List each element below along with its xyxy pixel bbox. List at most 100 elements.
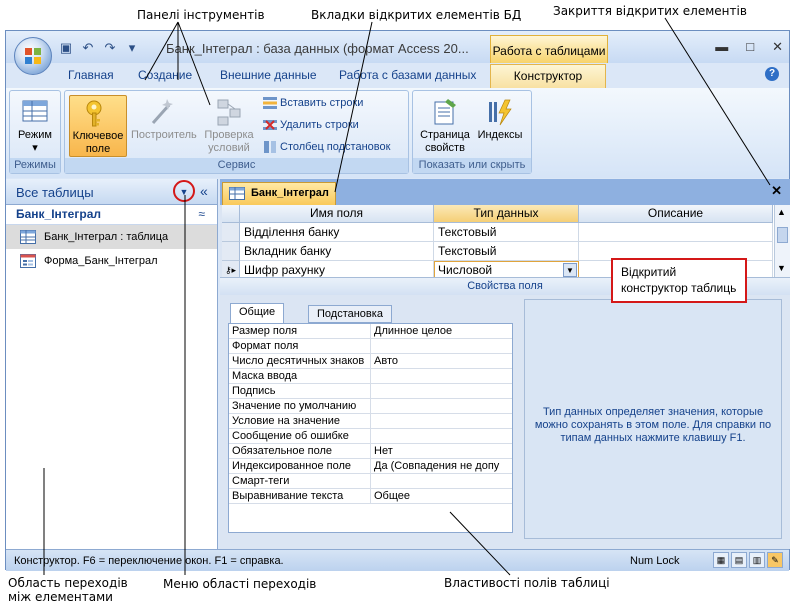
primary-key-button[interactable]: Ключевое поле <box>69 95 127 157</box>
property-value[interactable]: Авто <box>371 354 512 368</box>
property-row[interactable]: Формат поля <box>229 339 512 354</box>
property-value[interactable]: Общее <box>371 489 512 503</box>
property-row[interactable]: Обязательное поле Нет <box>229 444 512 459</box>
property-value[interactable] <box>371 429 512 443</box>
customize-qat-icon[interactable]: ▾ <box>124 40 140 56</box>
delete-rows-button[interactable]: Удалить строки <box>263 119 359 131</box>
field-name-cell[interactable]: Вкладник банку <box>240 242 434 261</box>
property-row[interactable]: Выравнивание текста Общее <box>229 489 512 504</box>
column-header-field-name[interactable]: Имя поля <box>240 205 434 223</box>
property-row[interactable]: Условие на значение <box>229 414 512 429</box>
view-button[interactable]: Режим ▾ <box>10 95 60 157</box>
property-value[interactable] <box>371 339 512 353</box>
title-bar: ▣ ↶ ↷ ▾ Банк_Інтеграл : база данных (фор… <box>6 31 789 63</box>
office-button[interactable] <box>14 37 52 75</box>
property-value[interactable] <box>371 474 512 488</box>
window-title: Банк_Інтеграл : база данных (формат Acce… <box>166 41 469 56</box>
property-value[interactable] <box>371 414 512 428</box>
property-label: Сообщение об ошибке <box>229 429 371 443</box>
nav-item-form[interactable]: Форма_Банк_Інтеграл <box>6 249 217 273</box>
annotation-db-tabs: Вкладки відкритих елементів БД <box>311 8 522 22</box>
tab-external-data[interactable]: Внешние данные <box>220 68 317 82</box>
data-type-cell[interactable]: Текстовый <box>434 223 579 242</box>
grid-vertical-scrollbar[interactable]: ▲ ▼ <box>774 205 790 277</box>
datasheet-view-icon <box>22 100 48 122</box>
data-type-cell[interactable]: Текстовый <box>434 242 579 261</box>
maximize-button[interactable]: □ <box>746 39 754 55</box>
annotation-nav-area: Область переходів між елементами <box>8 576 128 604</box>
minimize-button[interactable]: ▬ <box>715 39 728 55</box>
property-row[interactable]: Значение по умолчанию <box>229 399 512 414</box>
property-row[interactable]: Число десятичных знаков Авто <box>229 354 512 369</box>
document-tab-label: Банк_Інтеграл <box>251 187 329 199</box>
status-bar: Конструктор. F6 = переключение окон. F1 … <box>6 549 789 571</box>
collapse-group-icon[interactable]: ≈ <box>198 207 205 221</box>
property-row[interactable]: Размер поля Длинное целое <box>229 324 512 339</box>
annotation-close-open: Закриття відкритих елементів <box>553 4 747 18</box>
help-icon[interactable]: ? <box>765 67 779 81</box>
save-icon[interactable]: ▣ <box>58 40 74 56</box>
row-selector[interactable] <box>222 223 240 242</box>
row-selector-header[interactable] <box>222 205 240 223</box>
navigation-pane-title: Все таблицы <box>16 185 94 200</box>
close-window-button[interactable]: ✕ <box>772 39 783 55</box>
property-sheet-button[interactable]: Страница свойств <box>417 95 473 157</box>
insert-rows-button[interactable]: Вставить строки <box>263 97 363 109</box>
tab-lookup[interactable]: Подстановка <box>308 305 392 323</box>
row-key-icon: ⚷▸ <box>224 265 237 275</box>
redo-icon[interactable]: ↷ <box>102 40 118 56</box>
scroll-down-icon[interactable]: ▼ <box>777 263 786 273</box>
property-row[interactable]: Маска ввода <box>229 369 512 384</box>
field-properties-panel: Общие Подстановка Размер поля Длинное цел… <box>228 299 513 539</box>
tab-create[interactable]: Создание <box>138 68 192 82</box>
column-header-description[interactable]: Описание <box>579 205 773 223</box>
pivotchart-view-icon[interactable]: ▥ <box>749 552 765 568</box>
document-tab[interactable]: Банк_Інтеграл <box>222 182 336 205</box>
collapse-pane-icon[interactable]: « <box>200 183 208 199</box>
navigation-pane: Все таблицы ▼ « Банк_Інтеграл ≈ Банк_Інте… <box>6 179 218 549</box>
design-view-icon[interactable]: ✎ <box>767 552 783 568</box>
column-header-data-type[interactable]: Тип данных <box>434 205 579 223</box>
property-label: Размер поля <box>229 324 371 338</box>
chevron-down-icon[interactable]: ▼ <box>563 263 577 277</box>
property-value[interactable] <box>371 369 512 383</box>
property-row[interactable]: Смарт-теги <box>229 474 512 489</box>
nav-group-header[interactable]: Банк_Інтеграл ≈ <box>6 207 217 225</box>
properties-table: Размер поля Длинное целое Формат поля Число… <box>228 323 513 533</box>
tab-home[interactable]: Главная <box>68 68 114 82</box>
description-cell[interactable] <box>579 223 773 242</box>
property-value[interactable] <box>371 399 512 413</box>
tab-general[interactable]: Общие <box>230 303 285 323</box>
property-label: Индексированное поле <box>229 459 371 473</box>
property-row[interactable]: Индексированное поле Да (Совпадения не до… <box>229 459 512 474</box>
property-row[interactable]: Сообщение об ошибке <box>229 429 512 444</box>
property-label: Выравнивание текста <box>229 489 371 503</box>
tab-design[interactable]: Конструктор <box>490 64 606 88</box>
group-tools: Ключевое поле Построитель Проверка условий… <box>64 90 409 174</box>
property-value[interactable]: Да (Совпадения не допу <box>371 459 512 473</box>
tab-database-tools[interactable]: Работа с базами данных <box>339 68 476 82</box>
field-name-cell[interactable]: Відділення банку <box>240 223 434 242</box>
indexes-button[interactable]: Индексы <box>473 95 527 157</box>
lookup-column-button[interactable]: Столбец подстановок <box>263 141 390 153</box>
annotation-field-props: Властивості полів таблиці <box>444 576 610 590</box>
property-label: Условие на значение <box>229 414 371 428</box>
delete-rows-icon <box>263 120 277 130</box>
status-text: Конструктор. F6 = переключение окон. F1 … <box>14 555 284 567</box>
undo-icon[interactable]: ↶ <box>80 40 96 56</box>
builder-button[interactable]: Построитель <box>131 95 197 157</box>
property-value[interactable]: Длинное целое <box>371 324 512 338</box>
close-document-button[interactable]: ✕ <box>771 183 782 199</box>
row-selector[interactable] <box>222 242 240 261</box>
context-tab-table-tools: Работа с таблицами <box>490 35 608 63</box>
property-label: Формат поля <box>229 339 371 353</box>
property-value[interactable] <box>371 384 512 398</box>
property-value[interactable]: Нет <box>371 444 512 458</box>
property-row[interactable]: Подпись <box>229 384 512 399</box>
scroll-thumb[interactable] <box>777 227 788 243</box>
pivottable-view-icon[interactable]: ▤ <box>731 552 747 568</box>
datasheet-view-icon[interactable]: ▦ <box>713 552 729 568</box>
scroll-up-icon[interactable]: ▲ <box>777 207 786 217</box>
nav-item-table[interactable]: Банк_Інтеграл : таблица <box>6 225 217 249</box>
test-validation-button[interactable]: Проверка условий <box>199 95 259 157</box>
